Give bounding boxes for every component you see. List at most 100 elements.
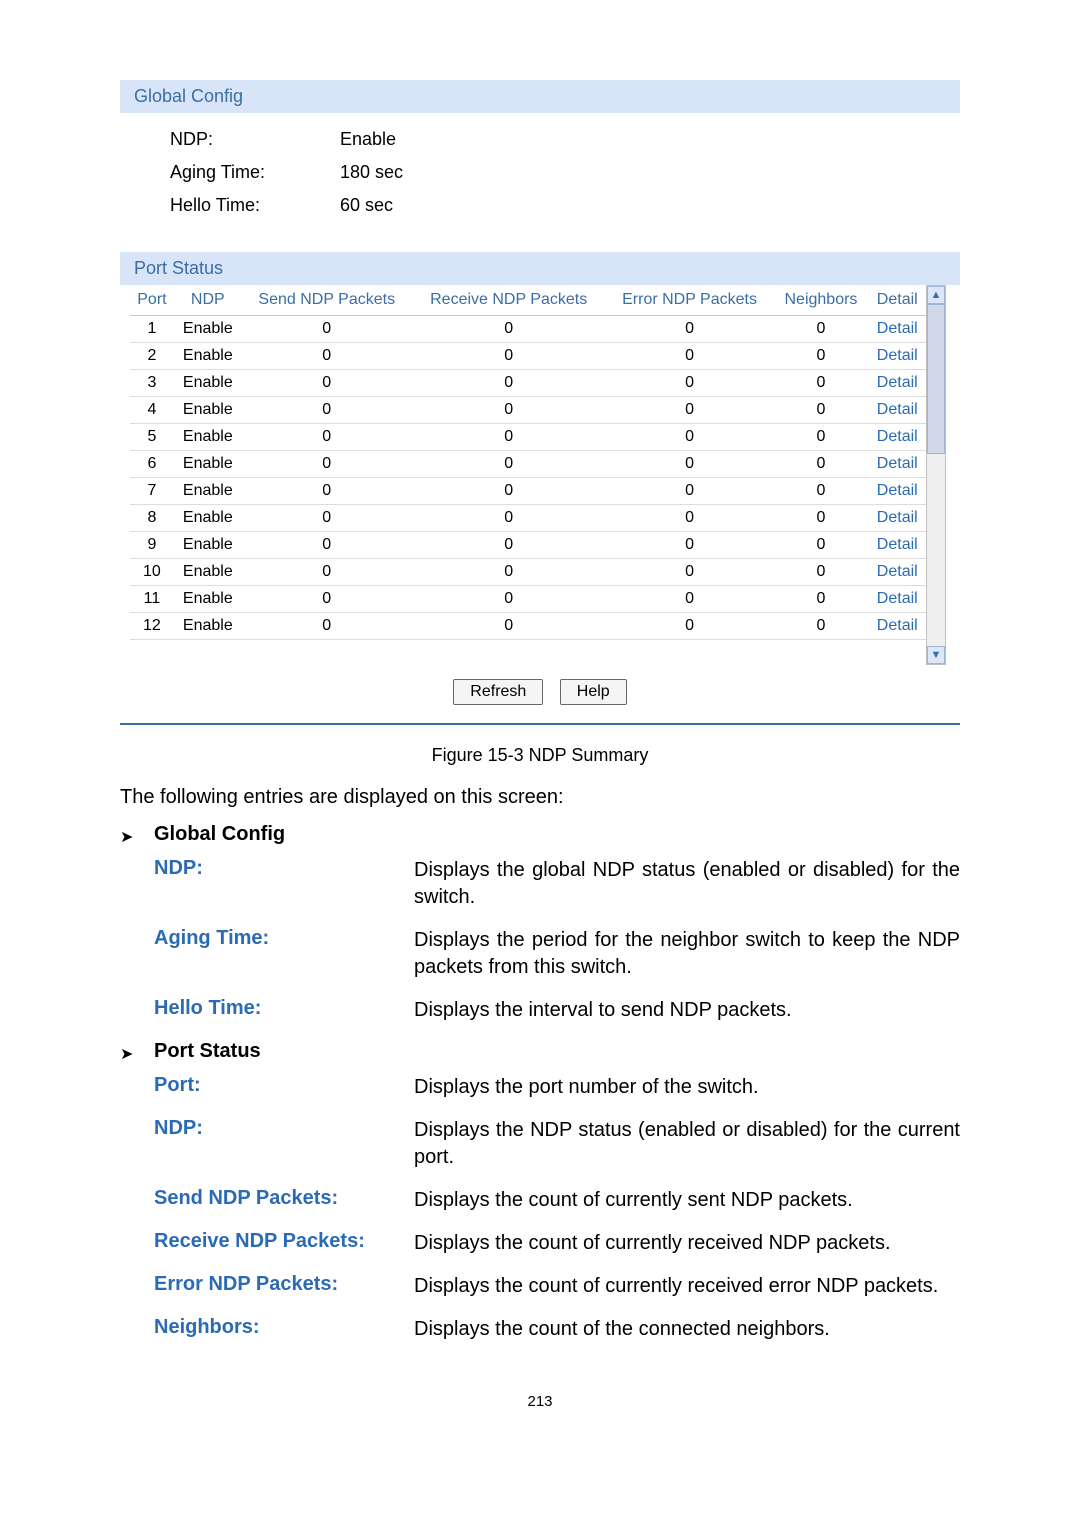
port-status-table-wrap: Port NDP Send NDP Packets Receive NDP Pa… — [120, 285, 960, 713]
detail-link[interactable]: Detail — [869, 451, 927, 478]
definition-description: Displays the count of currently received… — [414, 1230, 960, 1257]
col-neighbors: Neighbors — [773, 285, 868, 316]
cell-nbr: 0 — [773, 505, 868, 532]
col-recv: Receive NDP Packets — [412, 285, 606, 316]
definition-section: ➤Port StatusPort:Displays the port numbe… — [120, 1040, 960, 1343]
aging-time-value: 180 sec — [340, 162, 403, 183]
definition-description: Displays the count of currently sent NDP… — [414, 1187, 960, 1214]
detail-link[interactable]: Detail — [869, 613, 927, 640]
cell-recv: 0 — [412, 343, 606, 370]
cell-err: 0 — [606, 451, 774, 478]
aging-time-label: Aging Time: — [170, 162, 340, 183]
detail-link[interactable]: Detail — [869, 478, 927, 505]
scroll-down-button[interactable]: ▼ — [927, 646, 945, 664]
detail-link[interactable]: Detail — [869, 424, 927, 451]
cell-send: 0 — [242, 451, 412, 478]
cell-send: 0 — [242, 586, 412, 613]
global-config-heading: Global Config — [120, 80, 960, 113]
cell-send: 0 — [242, 532, 412, 559]
definition-section-title: Global Config — [154, 823, 285, 846]
detail-link[interactable]: Detail — [869, 370, 927, 397]
cell-err: 0 — [606, 586, 774, 613]
table-row: 8Enable0000Detail — [130, 505, 926, 532]
cell-ndp: Enable — [174, 505, 242, 532]
table-row: 4Enable0000Detail — [130, 397, 926, 424]
definition-description: Displays the period for the neighbor swi… — [414, 927, 960, 981]
cell-recv: 0 — [412, 559, 606, 586]
cell-err: 0 — [606, 505, 774, 532]
cell-port: 7 — [130, 478, 174, 505]
bullet-arrow-icon: ➤ — [120, 823, 154, 847]
table-row: 1Enable0000Detail — [130, 316, 926, 343]
detail-link[interactable]: Detail — [869, 343, 927, 370]
definition-term: Receive NDP Packets: — [154, 1230, 414, 1253]
global-config-values: NDP: Enable Aging Time: 180 sec Hello Ti… — [120, 113, 960, 232]
cell-ndp: Enable — [174, 451, 242, 478]
port-status-heading: Port Status — [120, 252, 960, 285]
refresh-button[interactable]: Refresh — [453, 679, 543, 705]
config-panel: Global Config NDP: Enable Aging Time: 18… — [120, 80, 960, 725]
cell-err: 0 — [606, 478, 774, 505]
detail-link[interactable]: Detail — [869, 559, 927, 586]
definition-description: Displays the count of the connected neig… — [414, 1316, 960, 1343]
cell-ndp: Enable — [174, 613, 242, 640]
cell-err: 0 — [606, 532, 774, 559]
cell-port: 1 — [130, 316, 174, 343]
cell-err: 0 — [606, 316, 774, 343]
cell-port: 11 — [130, 586, 174, 613]
definition-row: Error NDP Packets:Displays the count of … — [120, 1273, 960, 1300]
cell-port: 6 — [130, 451, 174, 478]
definition-description: Displays the global NDP status (enabled … — [414, 857, 960, 911]
cell-nbr: 0 — [773, 532, 868, 559]
scroll-thumb[interactable] — [927, 304, 945, 454]
cell-err: 0 — [606, 343, 774, 370]
table-row: 7Enable0000Detail — [130, 478, 926, 505]
cell-nbr: 0 — [773, 451, 868, 478]
cell-send: 0 — [242, 613, 412, 640]
chevron-down-icon: ▼ — [931, 649, 942, 661]
table-row: 10Enable0000Detail — [130, 559, 926, 586]
table-row: 9Enable0000Detail — [130, 532, 926, 559]
help-button[interactable]: Help — [560, 679, 627, 705]
cell-ndp: Enable — [174, 532, 242, 559]
col-detail: Detail — [869, 285, 927, 316]
cell-recv: 0 — [412, 505, 606, 532]
table-row: 11Enable0000Detail — [130, 586, 926, 613]
cell-err: 0 — [606, 424, 774, 451]
cell-port: 3 — [130, 370, 174, 397]
table-row: 3Enable0000Detail — [130, 370, 926, 397]
port-status-table: Port NDP Send NDP Packets Receive NDP Pa… — [130, 285, 926, 640]
port-table-scrollbar[interactable]: ▲ ▼ — [926, 285, 946, 665]
cell-nbr: 0 — [773, 424, 868, 451]
scroll-up-button[interactable]: ▲ — [927, 286, 945, 304]
col-err: Error NDP Packets — [606, 285, 774, 316]
definition-description: Displays the port number of the switch. — [414, 1074, 960, 1101]
cell-send: 0 — [242, 478, 412, 505]
cell-nbr: 0 — [773, 316, 868, 343]
detail-link[interactable]: Detail — [869, 505, 927, 532]
detail-link[interactable]: Detail — [869, 586, 927, 613]
detail-link[interactable]: Detail — [869, 532, 927, 559]
detail-link[interactable]: Detail — [869, 397, 927, 424]
hello-time-label: Hello Time: — [170, 195, 340, 216]
definition-row: Port:Displays the port number of the swi… — [120, 1074, 960, 1101]
detail-link[interactable]: Detail — [869, 316, 927, 343]
chevron-up-icon: ▲ — [931, 289, 942, 301]
cell-err: 0 — [606, 613, 774, 640]
ndp-value: Enable — [340, 129, 396, 150]
definition-description: Displays the count of currently received… — [414, 1273, 960, 1300]
definition-row: NDP:Displays the NDP status (enabled or … — [120, 1117, 960, 1171]
cell-ndp: Enable — [174, 397, 242, 424]
cell-ndp: Enable — [174, 343, 242, 370]
cell-send: 0 — [242, 397, 412, 424]
cell-nbr: 0 — [773, 370, 868, 397]
cell-port: 4 — [130, 397, 174, 424]
definition-row: Receive NDP Packets:Displays the count o… — [120, 1230, 960, 1257]
definition-row: Send NDP Packets:Displays the count of c… — [120, 1187, 960, 1214]
cell-port: 5 — [130, 424, 174, 451]
cell-send: 0 — [242, 316, 412, 343]
cell-port: 12 — [130, 613, 174, 640]
cell-ndp: Enable — [174, 316, 242, 343]
cell-recv: 0 — [412, 532, 606, 559]
definition-description: Displays the interval to send NDP packet… — [414, 997, 960, 1024]
